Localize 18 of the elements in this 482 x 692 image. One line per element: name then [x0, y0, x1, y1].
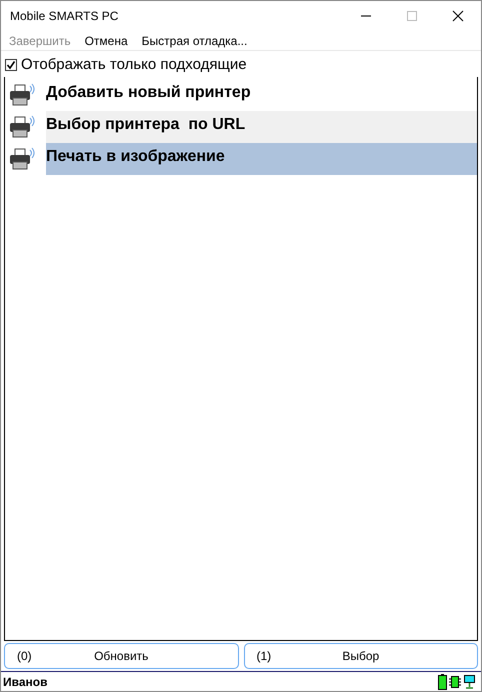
chip-icon — [449, 674, 461, 688]
close-icon[interactable] — [452, 10, 464, 22]
printer-icon — [9, 83, 35, 107]
list-item[interactable]: Добавить новый принтер — [46, 79, 477, 111]
printer-icon — [9, 115, 35, 139]
checkbox[interactable] — [5, 59, 17, 71]
list-item[interactable]: Выбор принтера по URL — [46, 111, 477, 143]
action-button[interactable]: (0) Обновить — [4, 643, 238, 669]
network-icon — [464, 674, 475, 688]
menu-item[interactable]: Быстрая отладка... — [142, 32, 248, 50]
user-name: Иванов — [3, 674, 48, 690]
menu-item[interactable]: Отмена — [84, 32, 128, 50]
window-title: Mobile SMARTS PC — [9, 8, 118, 25]
action-button[interactable]: (1) Выбор — [244, 643, 478, 669]
list-item[interactable]: Печать в изображение — [46, 143, 477, 175]
printer-icon — [9, 147, 35, 171]
battery-icon — [438, 674, 447, 690]
checkbox-label: Отображать только подходящие — [21, 54, 247, 75]
